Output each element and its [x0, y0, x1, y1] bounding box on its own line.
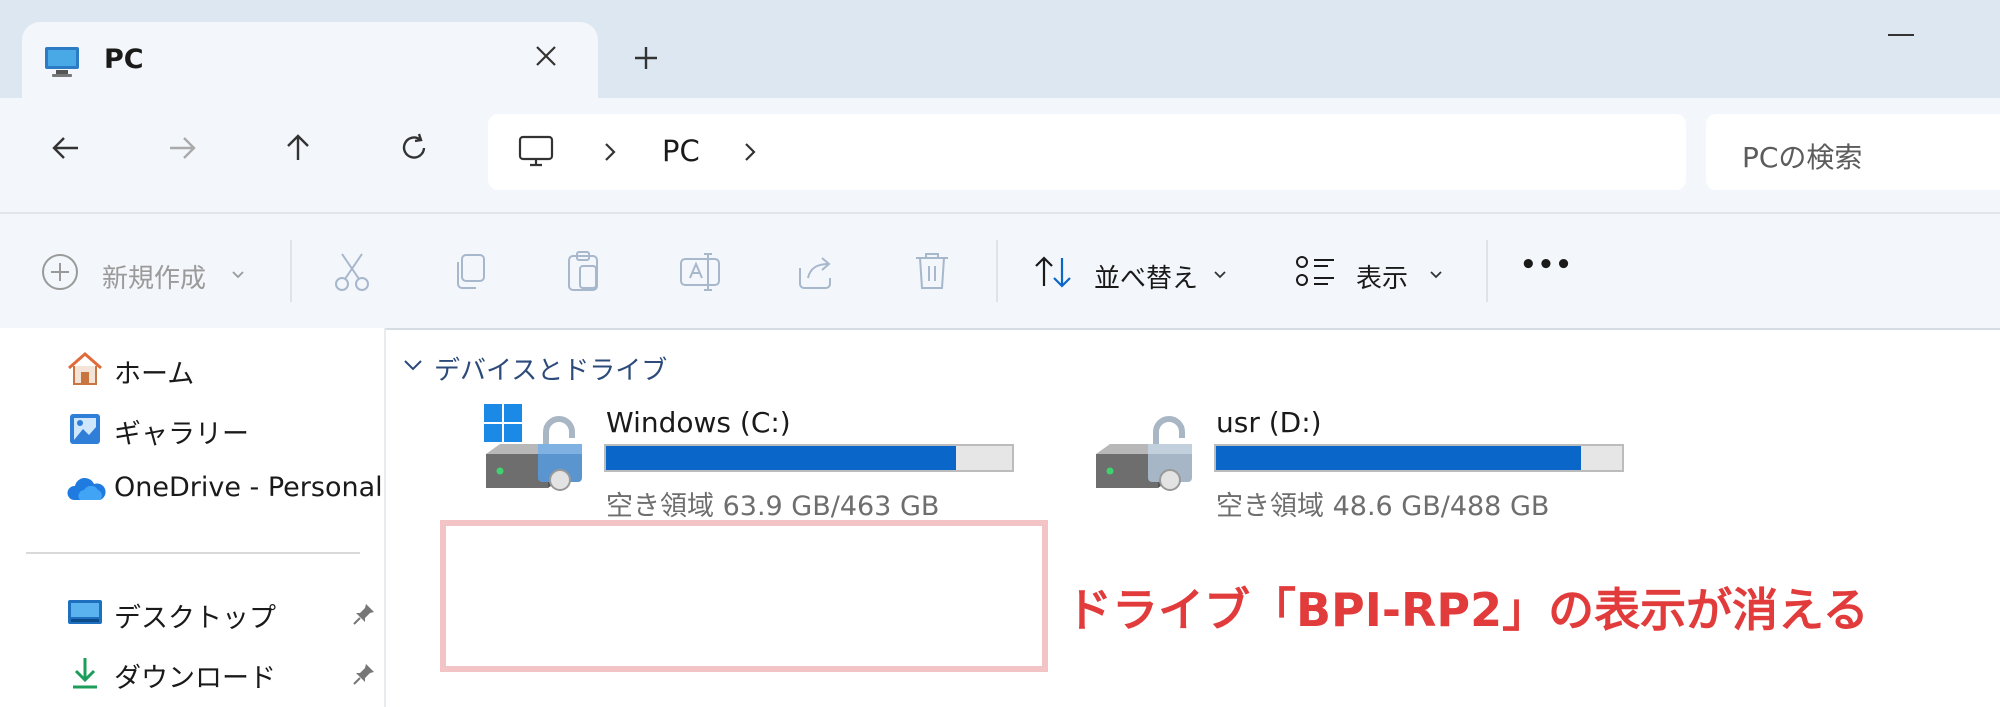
- group-header[interactable]: デバイスとドライブ: [434, 350, 667, 387]
- desktop-folder-icon: [66, 596, 104, 632]
- chevron-down-icon: [1428, 266, 1444, 285]
- copy-icon[interactable]: [448, 214, 498, 328]
- navigation-bar: PC PCの検索: [0, 98, 2000, 212]
- gallery-icon: [66, 410, 104, 452]
- minimize-button[interactable]: [1888, 34, 1914, 36]
- drive-usage-bar: [604, 444, 1014, 472]
- breadcrumb-chevron-icon[interactable]: [600, 140, 620, 168]
- view-list-icon: [1294, 252, 1338, 296]
- chevron-down-icon: [230, 266, 246, 285]
- missing-drive-highlight-box: [440, 520, 1048, 672]
- drive-usage-bar: [1214, 444, 1624, 472]
- delete-icon[interactable]: [910, 214, 960, 328]
- tab-pc[interactable]: PC: [22, 22, 598, 110]
- new-tab-icon[interactable]: [632, 44, 660, 76]
- computer-icon: [516, 132, 556, 176]
- back-arrow-icon[interactable]: [48, 130, 84, 170]
- refresh-icon[interactable]: [396, 130, 432, 170]
- download-icon: [66, 654, 104, 696]
- chevron-down-icon[interactable]: [402, 358, 424, 378]
- drive-name: usr (D:): [1216, 406, 1322, 439]
- pane-divider: [384, 328, 386, 707]
- drive-icon: [1092, 402, 1202, 506]
- sidebar-item-label: OneDrive - Personal: [114, 472, 383, 503]
- monitor-icon: [42, 42, 82, 86]
- sort-button[interactable]: 並べ替え: [1032, 214, 1232, 328]
- sidebar-divider: [26, 552, 360, 554]
- view-button[interactable]: 表示: [1294, 214, 1454, 328]
- sidebar-item-downloads[interactable]: ダウンロード: [66, 652, 376, 694]
- sort-label: 並べ替え: [1094, 264, 1199, 294]
- drive-usage-fill: [606, 446, 956, 470]
- drive-usage-fill: [1216, 446, 1582, 470]
- sidebar-item-label: ギャラリー: [114, 419, 249, 450]
- search-box[interactable]: PCの検索: [1706, 114, 2000, 190]
- view-label: 表示: [1356, 264, 1409, 294]
- onedrive-icon: [66, 474, 106, 508]
- add-circle-icon: [40, 252, 80, 296]
- sidebar-item-label: ホーム: [114, 359, 195, 390]
- sort-arrows-icon: [1032, 252, 1076, 296]
- windows-drive-icon: [482, 402, 592, 506]
- share-icon[interactable]: [794, 214, 844, 328]
- forward-arrow-icon[interactable]: [164, 130, 200, 170]
- sidebar-item-desktop[interactable]: デスクトップ: [66, 592, 376, 634]
- tab-title: PC: [104, 44, 144, 75]
- drive-free-space: 空き領域 63.9 GB/463 GB: [606, 491, 940, 522]
- title-bar: PC: [0, 0, 2000, 110]
- command-bar: 新規作成 並べ替え 表示 •••: [0, 212, 2000, 330]
- close-tab-icon[interactable]: [532, 42, 560, 74]
- drive-name: Windows (C:): [606, 406, 791, 439]
- toolbar-divider: [290, 240, 292, 302]
- paste-icon[interactable]: [562, 214, 612, 328]
- cut-icon[interactable]: [330, 214, 380, 328]
- chevron-down-icon: [1212, 266, 1228, 285]
- pin-icon[interactable]: [352, 662, 376, 690]
- annotation-text: ドライブ「BPI-RP2」の表示が消える: [1066, 583, 1869, 637]
- new-label: 新規作成: [102, 264, 207, 294]
- sidebar-item-label: デスクトップ: [114, 603, 276, 634]
- address-bar[interactable]: PC: [488, 114, 1686, 190]
- toolbar-divider: [996, 240, 998, 302]
- more-options-icon[interactable]: •••: [1520, 214, 1572, 328]
- drive-free-space: 空き領域 48.6 GB/488 GB: [1216, 491, 1550, 522]
- navigation-pane: ホーム ギャラリー OneDrive - Personal デスクトップ ダウン…: [0, 328, 386, 707]
- new-button[interactable]: 新規作成: [40, 214, 250, 328]
- search-placeholder: PCの検索: [1742, 141, 1863, 174]
- breadcrumb-pc[interactable]: PC: [662, 134, 700, 168]
- up-arrow-icon[interactable]: [280, 130, 316, 170]
- sidebar-item-label: ダウンロード: [114, 663, 276, 694]
- toolbar-divider: [1486, 240, 1488, 302]
- pin-icon[interactable]: [352, 602, 376, 630]
- rename-icon[interactable]: [678, 214, 728, 328]
- breadcrumb-chevron-icon[interactable]: [740, 140, 760, 168]
- home-icon: [66, 350, 104, 392]
